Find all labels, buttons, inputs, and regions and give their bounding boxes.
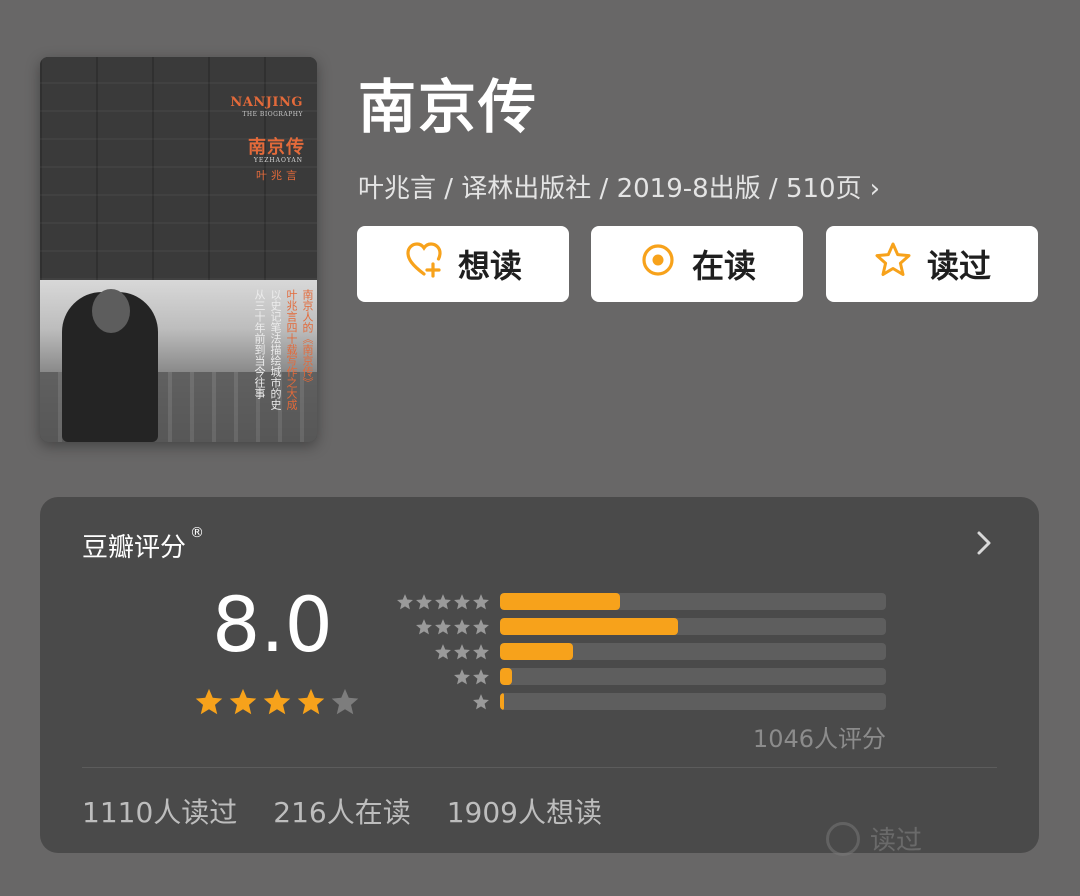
chevron-right-icon: ›: [869, 174, 880, 204]
star-small-icon: [397, 594, 413, 610]
cover-chinese-title: 南京传: [248, 137, 305, 158]
star-small-icon: [473, 594, 489, 610]
star-filled-icon: [195, 688, 223, 715]
cover-vertical-text: 以史记笔法描绘城市的史: [269, 289, 282, 410]
star-small-icon: [416, 594, 432, 610]
distribution-row-3: [390, 642, 890, 660]
star-filled-icon: [297, 688, 325, 715]
distribution-row-1: [390, 692, 890, 710]
distribution-bar-fill: [500, 618, 678, 635]
distribution-bar-track: [500, 593, 886, 610]
heart-plus-icon: [404, 240, 444, 288]
have-read-button[interactable]: 读过: [826, 226, 1038, 302]
stat-want[interactable]: 1909人想读: [447, 791, 602, 831]
target-circle-icon: [638, 240, 678, 288]
distribution-bar-track: [500, 693, 886, 710]
star-small-icon: [454, 594, 470, 610]
distribution-bar-fill: [500, 693, 504, 710]
distribution-bar-track: [500, 618, 886, 635]
rating-panel[interactable]: 豆瓣评分 ® 8.0 1046人评分 1110人读过 216人在读 1909人想读: [40, 497, 1039, 853]
want-to-read-button[interactable]: 想读: [357, 226, 569, 302]
want-to-read-label: 想读: [457, 247, 522, 285]
book-cover[interactable]: NANJING THE BIOGRAPHY 南京传 YEZHAOYAN 叶兆言 …: [40, 57, 317, 442]
cover-author-english: YEZHAOYAN: [253, 157, 303, 164]
distribution-row-5: [390, 592, 890, 610]
book-meta-link[interactable]: 叶兆言 / 译林出版社 / 2019-8出版 / 510页 ›: [358, 168, 880, 205]
reading-button[interactable]: 在读: [591, 226, 803, 302]
star-small-icon: [435, 619, 451, 635]
rating-stars: [194, 687, 360, 717]
distribution-bar-track: [500, 668, 886, 685]
star-small-icon: [473, 644, 489, 660]
star-empty-icon: [331, 688, 359, 715]
watermark: 读过: [826, 820, 922, 857]
star-small-icon: [473, 619, 489, 635]
rating-score: 8.0: [212, 580, 333, 669]
registered-mark: ®: [190, 525, 205, 541]
rating-title-text: 豆瓣评分: [82, 533, 187, 563]
distribution-stars: [415, 618, 490, 636]
cover-vertical-text: 从三十年前到当今往事: [253, 289, 266, 399]
cover-author-head: [92, 289, 130, 333]
stat-reading[interactable]: 216人在读: [273, 791, 410, 831]
chevron-right-icon[interactable]: [973, 529, 995, 557]
star-small-icon: [473, 694, 489, 710]
cover-english-title: NANJING: [230, 95, 303, 110]
reading-label: 在读: [691, 247, 756, 285]
distribution-stars: [472, 693, 490, 711]
star-outline-icon: [873, 240, 913, 288]
book-meta-text: 叶兆言 / 译林出版社 / 2019-8出版 / 510页: [358, 174, 862, 204]
rating-title: 豆瓣评分 ®: [82, 525, 205, 564]
star-small-icon: [435, 644, 451, 660]
distribution-bar-fill: [500, 593, 620, 610]
watermark-text: 读过: [870, 826, 923, 856]
stat-read[interactable]: 1110人读过: [82, 791, 237, 831]
star-small-icon: [454, 644, 470, 660]
cover-author-chinese: 叶兆言: [256, 169, 301, 182]
reader-stats: 1110人读过 216人在读 1909人想读: [82, 791, 602, 831]
watermark-logo-icon: [826, 821, 860, 856]
star-small-icon: [416, 619, 432, 635]
distribution-bar-track: [500, 643, 886, 660]
distribution-stars: [434, 643, 490, 661]
cover-vertical-text: 叶兆言四十载写作之大成: [285, 289, 298, 410]
star-filled-icon: [229, 688, 257, 715]
divider: [82, 767, 997, 768]
distribution-bar-fill: [500, 668, 512, 685]
cover-english-subtitle: THE BIOGRAPHY: [242, 111, 303, 118]
rating-count: 1046人评分: [752, 725, 886, 753]
distribution-row-4: [390, 617, 890, 635]
star-filled-icon: [263, 688, 291, 715]
star-small-icon: [454, 619, 470, 635]
star-small-icon: [473, 669, 489, 685]
cover-vertical-text: 南京人的《南京传》: [301, 289, 314, 388]
distribution-row-2: [390, 667, 890, 685]
star-small-icon: [454, 669, 470, 685]
have-read-label: 读过: [926, 247, 991, 285]
book-title: 南京传: [358, 73, 539, 141]
star-small-icon: [435, 594, 451, 610]
distribution-bar-fill: [500, 643, 574, 660]
distribution-stars: [396, 593, 490, 611]
distribution-stars: [453, 668, 490, 686]
